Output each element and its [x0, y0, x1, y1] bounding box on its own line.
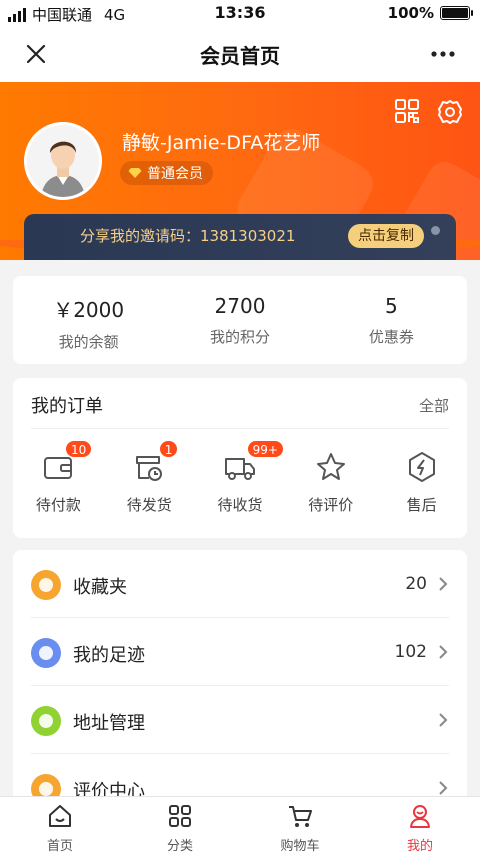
page-title: 会员首页 [200, 44, 280, 68]
order-pending-payment[interactable]: 10 待付款 [13, 440, 104, 515]
location-icon [31, 706, 61, 736]
points-value: 2700 [214, 294, 266, 318]
account-stats-card: ￥2000 我的余额 2700 我的积分 5 优惠券 [13, 276, 467, 364]
cart-icon [289, 806, 312, 827]
footprint-icon [31, 638, 61, 668]
tab-profile[interactable]: 我的 [360, 797, 480, 856]
battery-icon [440, 6, 473, 20]
status-bar: 中国联通 4G 13:36 100% [0, 0, 480, 26]
points-label: 我的积分 [209, 328, 270, 346]
tab-cart[interactable]: 购物车 [240, 797, 360, 856]
profile-icon [410, 805, 430, 828]
invite-code-text: 分享我的邀请码：1381303021 [80, 227, 296, 245]
order-label: 待收货 [217, 496, 263, 514]
invite-banner: 分享我的邀请码：1381303021 点击复制 [24, 214, 456, 260]
tab-category[interactable]: 分类 [120, 797, 240, 856]
order-after-sales[interactable]: 售后 [376, 450, 467, 515]
order-pending-shipment[interactable]: 1 待发货 [104, 440, 195, 515]
chevron-right-icon [439, 713, 448, 727]
menu-item-count: 102 [394, 642, 427, 662]
chevron-right-icon [439, 781, 448, 795]
home-icon [49, 805, 71, 827]
points-stat[interactable]: 2700 我的积分 [164, 276, 315, 364]
qr-code-icon[interactable] [394, 98, 420, 124]
menu-item-label: 地址管理 [73, 713, 145, 734]
category-icon [169, 805, 191, 827]
orders-header: 我的订单 全部 [31, 378, 449, 429]
member-level-badge: 普通会员 [120, 161, 213, 185]
order-status-row: 10 待付款 1 待发货 99+ 待收货 待评价 售后 [13, 440, 467, 515]
menu-item-count: 20 [405, 574, 427, 594]
battery-percent: 100% [387, 4, 434, 22]
banner-dot [431, 226, 440, 235]
orders-card: 我的订单 全部 10 待付款 1 待发货 99+ 待收货 待评价 售后 [13, 378, 467, 538]
tab-label: 分类 [166, 839, 193, 854]
tab-home[interactable]: 首页 [0, 797, 120, 856]
order-label: 待付款 [35, 496, 81, 514]
bottom-tab-bar: 首页 分类 购物车 我的 [0, 796, 480, 856]
order-badge: 99+ [246, 440, 284, 458]
avatar[interactable] [24, 122, 102, 200]
balance-value: ￥2000 [53, 298, 125, 322]
order-label: 待评价 [308, 496, 354, 514]
username: 静敏-Jamie-DFA花艺师 [122, 132, 321, 154]
balance-stat[interactable]: ￥2000 我的余额 [13, 276, 164, 364]
star-icon [316, 453, 345, 480]
menu-list: 收藏夹 20 我的足迹 102 地址管理 评价中心 [13, 550, 467, 810]
menu-item-label: 我的足迹 [73, 645, 145, 666]
order-badge: 1 [158, 440, 179, 458]
copy-invite-button[interactable]: 点击复制 [348, 224, 424, 248]
order-badge: 10 [65, 440, 93, 458]
chevron-right-icon [439, 577, 448, 591]
order-pending-receipt[interactable]: 99+ 待收货 [195, 440, 286, 515]
coupons-stat[interactable]: 5 优惠券 [316, 276, 467, 364]
coupons-value: 5 [384, 294, 398, 318]
menu-item-footprint[interactable]: 我的足迹 102 [31, 618, 449, 686]
more-icon[interactable] [428, 40, 458, 68]
member-level: 普通会员 [147, 166, 203, 182]
menu-item-address[interactable]: 地址管理 [31, 686, 449, 754]
order-label: 售后 [406, 496, 437, 514]
balance-label: 我的余额 [58, 333, 119, 351]
user-avatar-image [27, 125, 99, 197]
settings-gear-icon[interactable] [436, 98, 464, 126]
diamond-icon [128, 168, 142, 178]
coupons-label: 优惠券 [368, 328, 414, 346]
menu-item-favorites[interactable]: 收藏夹 20 [31, 550, 449, 618]
chevron-right-icon [439, 645, 448, 659]
tab-label: 我的 [406, 839, 433, 854]
after-sales-icon [408, 452, 435, 482]
order-pending-review[interactable]: 待评价 [285, 450, 376, 515]
tab-label: 购物车 [280, 839, 320, 854]
nav-bar: 会员首页 [0, 26, 480, 82]
all-orders-link[interactable]: 全部 [419, 395, 449, 416]
tab-label: 首页 [46, 839, 73, 854]
order-label: 待发货 [126, 496, 172, 514]
orders-title: 我的订单 [31, 396, 103, 417]
menu-item-label: 收藏夹 [73, 577, 127, 598]
favorites-icon [31, 570, 61, 600]
